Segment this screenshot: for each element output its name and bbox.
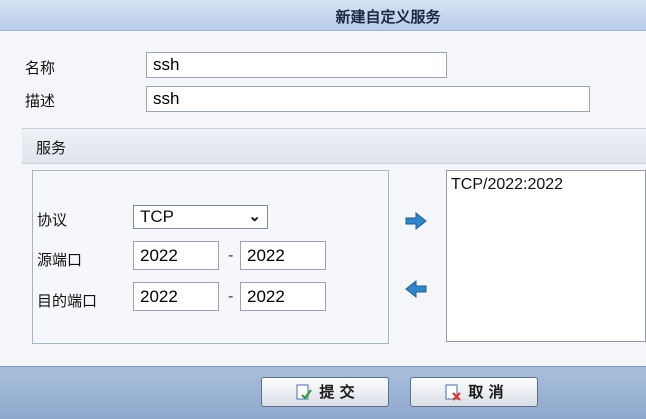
cancel-x-icon xyxy=(445,384,462,401)
protocol-select[interactable]: TCP ⌄ xyxy=(133,205,268,229)
service-section-label: 服务 xyxy=(36,139,67,157)
destination-port-to-input[interactable] xyxy=(240,282,326,311)
name-input[interactable] xyxy=(146,52,447,78)
protocol-selected-value: TCP xyxy=(140,207,174,226)
protocol-label: 协议 xyxy=(37,211,68,229)
submit-button[interactable]: 提 交 xyxy=(261,377,389,407)
arrow-left-icon[interactable] xyxy=(404,279,428,299)
arrow-right-icon[interactable] xyxy=(404,211,428,231)
source-port-label: 源端口 xyxy=(37,251,83,269)
submit-button-label: 提 交 xyxy=(319,383,355,401)
source-port-from-input[interactable] xyxy=(133,241,219,270)
submit-check-icon xyxy=(296,384,313,400)
destination-port-label: 目的端口 xyxy=(37,292,98,310)
description-label: 描述 xyxy=(25,92,56,110)
source-port-separator: - xyxy=(228,246,234,264)
destination-port-from-input[interactable] xyxy=(133,282,219,311)
source-port-to-input[interactable] xyxy=(240,241,326,270)
destination-port-separator: - xyxy=(228,287,234,305)
list-item[interactable]: TCP/2022:2022 xyxy=(451,176,641,194)
description-input[interactable] xyxy=(146,86,590,112)
name-label: 名称 xyxy=(25,59,56,77)
service-section-header: 服务 xyxy=(22,128,646,164)
dialog-title: 新建自定义服务 xyxy=(335,8,441,26)
chevron-down-icon: ⌄ xyxy=(248,208,261,225)
cancel-button-label: 取 消 xyxy=(468,383,504,401)
cancel-button[interactable]: 取 消 xyxy=(410,377,538,407)
service-entries-list[interactable]: TCP/2022:2022 xyxy=(446,170,646,342)
dialog-title-bar: 新建自定义服务 xyxy=(0,0,646,31)
